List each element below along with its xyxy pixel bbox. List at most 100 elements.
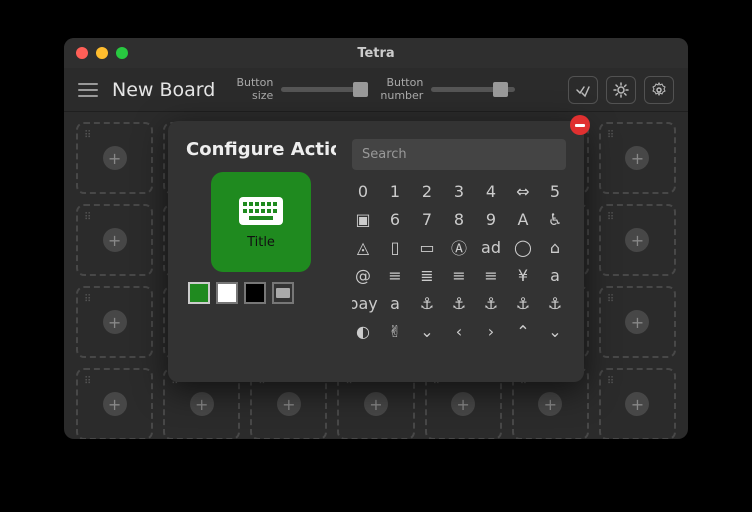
- icon-option[interactable]: ◐: [352, 320, 374, 342]
- empty-cell[interactable]: ⠿+: [76, 368, 153, 439]
- button-number-slider[interactable]: Button number: [379, 77, 515, 101]
- board-name[interactable]: New Board: [112, 79, 215, 101]
- icon-option[interactable]: ⚓: [544, 292, 566, 314]
- icon-option[interactable]: ⚓: [416, 292, 438, 314]
- swatch-green[interactable]: [188, 282, 210, 304]
- drag-handle-icon: ⠿: [607, 130, 615, 141]
- keyboard-icon: [237, 195, 285, 227]
- icon-option[interactable]: ≡: [384, 264, 406, 286]
- add-icon: +: [103, 392, 127, 416]
- icon-option[interactable]: @: [352, 264, 374, 286]
- add-icon: +: [190, 392, 214, 416]
- icon-option[interactable]: ◬: [352, 236, 374, 258]
- icon-option[interactable]: ✌: [384, 320, 406, 342]
- settings-button[interactable]: [644, 76, 674, 104]
- icon-option[interactable]: ≡: [480, 264, 502, 286]
- icon-option[interactable]: ⌄: [416, 320, 438, 342]
- empty-cell[interactable]: ⠿+: [599, 368, 676, 439]
- icon-option[interactable]: ≣: [416, 264, 438, 286]
- empty-cell[interactable]: ⠿+: [599, 122, 676, 194]
- icon-option[interactable]: ⌂: [544, 236, 566, 258]
- icon-grid: 01234⇔5▣6789A♿◬▯▭Ⓐad◯⌂@≡≣≡≡¥apaya⚓⚓⚓⚓⚓◐✌…: [352, 180, 566, 342]
- configure-dialog: Configure Action But Title 01234 ⇔ 5 ▣ 6789A…: [168, 121, 584, 382]
- icon-option[interactable]: Ⓐ: [448, 236, 470, 258]
- icon-option[interactable]: 1: [384, 180, 406, 202]
- drag-handle-icon: ⠿: [84, 130, 92, 141]
- icon-option[interactable]: a: [544, 264, 566, 286]
- add-icon: +: [364, 392, 388, 416]
- add-icon: +: [625, 392, 649, 416]
- icon-option[interactable]: ⌃: [512, 320, 534, 342]
- toolbar: New Board Button size Button number: [64, 68, 688, 112]
- icon-option[interactable]: ¥: [512, 264, 534, 286]
- icon-option[interactable]: A: [512, 208, 534, 230]
- empty-cell[interactable]: ⠿+: [599, 286, 676, 358]
- empty-cell[interactable]: ⠿+: [76, 286, 153, 358]
- drag-handle-icon: ⠿: [607, 212, 615, 223]
- empty-cell[interactable]: ⠿+: [76, 122, 153, 194]
- icon-option[interactable]: ⇔: [512, 180, 534, 202]
- icon-option[interactable]: 9: [480, 208, 502, 230]
- number-label: Button number: [379, 77, 423, 101]
- dialog-title: Configure Action But: [186, 139, 336, 160]
- window-title: Tetra: [357, 46, 394, 61]
- menu-icon[interactable]: [78, 83, 98, 97]
- minimize-window-button[interactable]: [96, 47, 108, 59]
- window-controls: [76, 47, 128, 59]
- icon-option[interactable]: ⚓: [480, 292, 502, 314]
- icon-option[interactable]: ⌄: [544, 320, 566, 342]
- icon-option[interactable]: ‹: [448, 320, 470, 342]
- add-icon: +: [103, 146, 127, 170]
- icon-option[interactable]: ≡: [448, 264, 470, 286]
- icon-option[interactable]: 2: [416, 180, 438, 202]
- icon-option[interactable]: ⚓: [512, 292, 534, 314]
- titlebar: Tetra: [64, 38, 688, 68]
- theme-button[interactable]: [606, 76, 636, 104]
- icon-option[interactable]: ▣: [352, 208, 374, 230]
- empty-cell[interactable]: ⠿+: [76, 204, 153, 276]
- empty-cell[interactable]: ⠿+: [599, 204, 676, 276]
- drag-handle-icon: ⠿: [84, 212, 92, 223]
- add-icon: +: [538, 392, 562, 416]
- icon-option[interactable]: 5: [544, 180, 566, 202]
- dialog-close-button[interactable]: [570, 115, 590, 135]
- icon-option[interactable]: 4: [480, 180, 502, 202]
- icon-option[interactable]: 0: [352, 180, 374, 202]
- icon-option[interactable]: 3: [448, 180, 470, 202]
- maximize-window-button[interactable]: [116, 47, 128, 59]
- icon-option[interactable]: ▯: [384, 236, 406, 258]
- add-icon: +: [277, 392, 301, 416]
- add-icon: +: [451, 392, 475, 416]
- preview-label: Title: [247, 235, 275, 250]
- confirm-button[interactable]: [568, 76, 598, 104]
- icon-option[interactable]: 6: [384, 208, 406, 230]
- swatch-black[interactable]: [244, 282, 266, 304]
- drag-handle-icon: ⠿: [607, 376, 615, 387]
- add-icon: +: [625, 228, 649, 252]
- icon-option[interactable]: ad: [480, 236, 502, 258]
- button-size-slider[interactable]: Button size: [229, 77, 365, 101]
- swatch-icon[interactable]: [272, 282, 294, 304]
- icon-option[interactable]: ▭: [416, 236, 438, 258]
- icon-option[interactable]: ◯: [512, 236, 534, 258]
- icon-option[interactable]: ⚓: [448, 292, 470, 314]
- drag-handle-icon: ⠿: [84, 376, 92, 387]
- swatch-white[interactable]: [216, 282, 238, 304]
- color-swatches: [186, 282, 336, 304]
- icon-option[interactable]: pay: [352, 292, 374, 314]
- icon-option[interactable]: ›: [480, 320, 502, 342]
- add-icon: +: [625, 146, 649, 170]
- icon-search-input[interactable]: [352, 139, 566, 170]
- icon-option[interactable]: 8: [448, 208, 470, 230]
- add-icon: +: [103, 228, 127, 252]
- close-window-button[interactable]: [76, 47, 88, 59]
- drag-handle-icon: ⠿: [84, 294, 92, 305]
- icon-option[interactable]: ♿: [544, 208, 566, 230]
- button-preview: Title: [211, 172, 311, 272]
- icon-option[interactable]: a: [384, 292, 406, 314]
- add-icon: +: [625, 310, 649, 334]
- icon-option[interactable]: 7: [416, 208, 438, 230]
- drag-handle-icon: ⠿: [607, 294, 615, 305]
- size-label: Button size: [229, 77, 273, 101]
- add-icon: +: [103, 310, 127, 334]
